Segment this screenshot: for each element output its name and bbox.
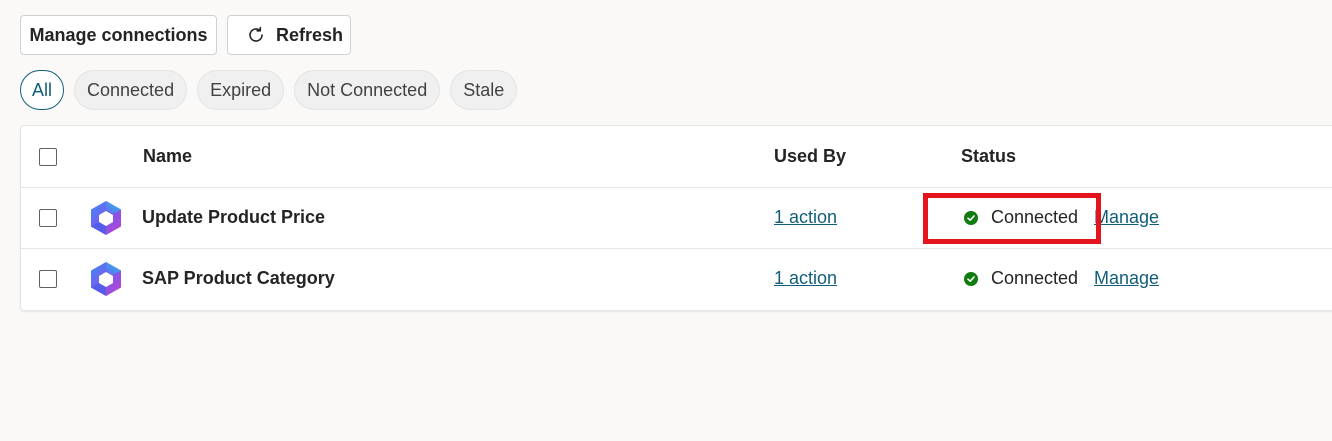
filter-not-connected[interactable]: Not Connected [294, 70, 441, 110]
filter-all[interactable]: All [20, 70, 65, 110]
connection-name: Update Product Price [142, 207, 326, 227]
table-row: SAP Product Category 1 action Connected … [21, 248, 1332, 309]
select-all-checkbox[interactable] [39, 147, 57, 166]
manage-link[interactable]: Manage [1094, 248, 1159, 309]
filter-connected[interactable]: Connected [74, 70, 188, 110]
check-circle-icon [964, 271, 978, 286]
table-header: Name Used By Status [21, 126, 1332, 188]
row-select-cell [39, 248, 57, 309]
refresh-button[interactable]: Refresh [227, 15, 351, 55]
status-filter-bar: All Connected Expired Not Connected Stal… [20, 70, 518, 110]
row-select-cell [39, 187, 57, 248]
manage-connections-label: Manage connections [29, 24, 208, 45]
highlight-annotation-box [923, 193, 1101, 244]
row-checkbox[interactable] [39, 208, 57, 227]
filter-expired[interactable]: Expired [197, 70, 285, 110]
status-text: Connected [991, 268, 1079, 288]
status-cell: Connected [961, 248, 1078, 309]
column-header-status[interactable]: Status [961, 126, 1016, 187]
copilot-logo-icon [87, 187, 125, 248]
row-checkbox[interactable] [39, 269, 57, 288]
used-by-link[interactable]: 1 action [774, 187, 837, 248]
refresh-label: Refresh [276, 24, 344, 45]
toolbar: Manage connections Refresh [20, 15, 351, 55]
copilot-logo-icon [87, 248, 125, 309]
column-header-used-by[interactable]: Used By [774, 126, 846, 187]
table-row: Update Product Price 1 action Connected … [21, 187, 1332, 249]
column-header-name[interactable]: Name [143, 126, 192, 187]
filter-stale[interactable]: Stale [450, 70, 518, 110]
connections-table: Name Used By Status Update Product Price… [20, 125, 1332, 311]
connection-name: SAP Product Category [142, 268, 335, 288]
select-all-cell [39, 126, 57, 187]
manage-connections-button[interactable]: Manage connections [20, 15, 217, 55]
refresh-icon [246, 25, 266, 45]
manage-link[interactable]: Manage [1094, 187, 1159, 248]
used-by-link[interactable]: 1 action [774, 248, 837, 309]
